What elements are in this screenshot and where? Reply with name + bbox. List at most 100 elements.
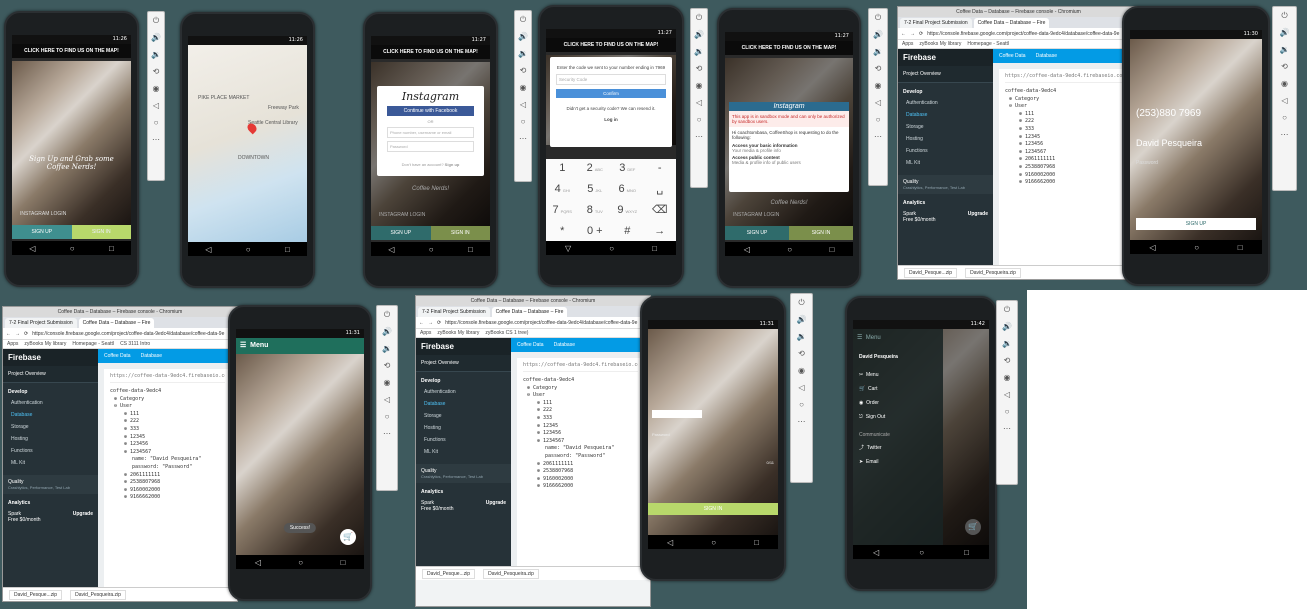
url-input[interactable]: https://console.firebase.google.com/proj… bbox=[445, 320, 647, 326]
find-map-banner[interactable]: CLICK HERE TO FIND US ON THE MAP! bbox=[725, 41, 853, 55]
sidebar-item-mlkit[interactable]: ML Kit bbox=[898, 157, 993, 169]
volume-up-icon[interactable]: 🔊 bbox=[518, 32, 528, 42]
db-node-user[interactable]: User bbox=[533, 392, 545, 398]
upgrade-button[interactable]: Upgrade bbox=[968, 211, 988, 223]
volume-up-icon[interactable]: 🔊 bbox=[797, 315, 807, 325]
quality-section[interactable]: Quality Crashlytics, Performance, Test La… bbox=[898, 175, 993, 194]
bookmark-item[interactable]: zyBooks My library bbox=[24, 341, 66, 347]
sidebar-item-authentication[interactable]: Authentication bbox=[3, 397, 98, 409]
power-icon[interactable]: ⏻ bbox=[875, 13, 881, 23]
more-icon[interactable]: ⋯ bbox=[874, 132, 882, 142]
resend-link[interactable]: Didn't get a security code? We can resen… bbox=[556, 106, 666, 111]
cart-fab-icon[interactable]: 🛒 bbox=[965, 519, 981, 535]
rotate-icon[interactable]: ⟲ bbox=[384, 361, 391, 371]
breadcrumb-project[interactable]: Coffee Data bbox=[517, 342, 544, 348]
analytics-section[interactable]: Analytics bbox=[3, 494, 98, 508]
drawer-item-cart[interactable]: Cart bbox=[868, 386, 877, 392]
bookmark-item[interactable]: zyBooks My library bbox=[437, 330, 479, 336]
download-item[interactable]: David_Pesque...zip bbox=[422, 568, 476, 579]
more-icon[interactable]: ⋯ bbox=[152, 135, 160, 145]
home-icon[interactable]: ○ bbox=[609, 244, 614, 253]
keypad-key[interactable]: → bbox=[644, 222, 677, 241]
sidebar-item-authentication[interactable]: Authentication bbox=[898, 97, 993, 109]
db-user-id[interactable]: ⊕ 9160002000 bbox=[1005, 172, 1127, 180]
db-user-id[interactable]: ⊕ 333 bbox=[110, 426, 225, 434]
sign-in-button[interactable]: SIGN IN bbox=[648, 503, 778, 515]
keypad-key[interactable]: 8 TUV bbox=[579, 201, 612, 222]
camera-icon[interactable]: ◉ bbox=[1004, 373, 1011, 383]
breadcrumb-project[interactable]: Coffee Data bbox=[999, 53, 1026, 59]
sidebar-item-storage[interactable]: Storage bbox=[898, 121, 993, 133]
back-icon[interactable]: ← bbox=[6, 331, 11, 337]
home-icon[interactable]: ○ bbox=[697, 115, 702, 125]
map-view[interactable]: PIKE PLACE MARKET DOWNTOWN Seattle Centr… bbox=[188, 45, 307, 242]
phone-number-field[interactable]: (253)880 7969 bbox=[1136, 108, 1201, 119]
breadcrumb-database[interactable]: Database bbox=[141, 353, 162, 359]
more-icon[interactable]: ⋯ bbox=[695, 132, 703, 142]
breadcrumb-database[interactable]: Database bbox=[1036, 53, 1057, 59]
bookmark-item[interactable]: zyBooks CS 1 tree) bbox=[485, 330, 528, 336]
keypad-key[interactable]: # bbox=[611, 222, 644, 241]
power-icon[interactable]: ⏻ bbox=[1281, 11, 1287, 21]
power-icon[interactable]: ⏻ bbox=[696, 13, 702, 23]
home-icon[interactable]: ○ bbox=[1282, 113, 1287, 123]
db-user-id[interactable]: ⊕ 111 bbox=[1005, 111, 1127, 119]
sign-in-button[interactable]: SIGN IN bbox=[430, 226, 490, 240]
analytics-section[interactable]: Analytics bbox=[898, 194, 993, 208]
drawer-item-signout[interactable]: Sign Out bbox=[866, 414, 885, 420]
firebase-brand[interactable]: Firebase bbox=[3, 349, 98, 366]
hamburger-icon[interactable]: ☰ bbox=[240, 342, 246, 349]
password-input[interactable]: Password bbox=[652, 432, 670, 437]
home-icon[interactable]: ○ bbox=[876, 115, 881, 125]
db-field-name[interactable]: name: "David Pesqueira" bbox=[110, 456, 225, 464]
db-node-user[interactable]: User bbox=[1015, 103, 1027, 109]
keypad-key[interactable]: * bbox=[546, 222, 579, 241]
keypad-key[interactable]: 9 WXYZ bbox=[611, 201, 644, 222]
db-user-id[interactable]: ⊕ 1234567 bbox=[1005, 149, 1127, 157]
recents-icon[interactable]: □ bbox=[964, 548, 969, 557]
find-map-banner[interactable]: CLICK HERE TO FIND US ON THE MAP! bbox=[12, 44, 131, 58]
back-icon[interactable]: ◁ bbox=[873, 548, 879, 557]
sidebar-item-hosting[interactable]: Hosting bbox=[416, 422, 511, 434]
volume-down-icon[interactable]: 🔉 bbox=[873, 47, 883, 57]
recents-icon[interactable]: □ bbox=[652, 244, 657, 253]
sidebar-item-functions[interactable]: Functions bbox=[416, 434, 511, 446]
camera-icon[interactable]: ◉ bbox=[875, 81, 882, 91]
back-icon[interactable]: ← bbox=[901, 31, 906, 37]
back-icon[interactable]: ◁ bbox=[696, 98, 702, 108]
more-icon[interactable]: ⋯ bbox=[1281, 130, 1289, 140]
camera-icon[interactable]: ◉ bbox=[520, 83, 527, 93]
download-item[interactable]: David_Pesqueira.zip bbox=[483, 568, 539, 579]
db-root[interactable]: coffee-data-9edc4 bbox=[1005, 88, 1127, 96]
back-icon[interactable]: ◁ bbox=[205, 245, 211, 254]
keypad-key[interactable]: 3 DEF bbox=[611, 159, 644, 180]
keypad-key[interactable]: 1 bbox=[546, 159, 579, 180]
rotate-icon[interactable]: ⟲ bbox=[1281, 62, 1288, 72]
keypad-key[interactable]: 5 JKL bbox=[579, 180, 612, 201]
volume-up-icon[interactable]: 🔊 bbox=[873, 30, 883, 40]
db-user-id[interactable]: ⊕ 12345 bbox=[110, 434, 225, 442]
password-field[interactable]: Password bbox=[1136, 160, 1158, 166]
recents-icon[interactable]: □ bbox=[468, 245, 473, 254]
back-icon[interactable]: ◁ bbox=[29, 244, 35, 253]
camera-icon[interactable]: ◉ bbox=[696, 81, 703, 91]
home-icon[interactable]: ○ bbox=[429, 245, 434, 254]
keypad-key[interactable]: 2 ABC bbox=[579, 159, 612, 180]
quality-section[interactable]: Quality Crashlytics, Performance, Test La… bbox=[416, 464, 511, 483]
power-icon[interactable]: ⏻ bbox=[1004, 305, 1010, 315]
power-icon[interactable]: ⏻ bbox=[798, 298, 804, 308]
bookmark-item[interactable]: zyBooks My library bbox=[919, 41, 961, 47]
drawer-item-order[interactable]: Order bbox=[866, 400, 879, 406]
recents-icon[interactable]: □ bbox=[1238, 243, 1243, 252]
back-icon[interactable]: ◁ bbox=[1004, 390, 1010, 400]
recents-icon[interactable]: □ bbox=[285, 245, 290, 254]
volume-up-icon[interactable]: 🔊 bbox=[694, 30, 704, 40]
sign-up-button[interactable]: SIGN UP bbox=[12, 225, 72, 239]
tab-submission[interactable]: 7-2 Final Project Submission bbox=[5, 318, 77, 328]
back-icon[interactable]: ◁ bbox=[255, 558, 261, 567]
camera-icon[interactable]: ◉ bbox=[384, 378, 391, 388]
camera-icon[interactable]: ◉ bbox=[798, 366, 805, 376]
instagram-login-button[interactable]: INSTAGRAM LOGIN bbox=[20, 211, 66, 217]
cart-fab-icon[interactable]: 🛒 bbox=[340, 529, 356, 545]
db-user-id[interactable]: ⊕ 333 bbox=[523, 415, 638, 423]
